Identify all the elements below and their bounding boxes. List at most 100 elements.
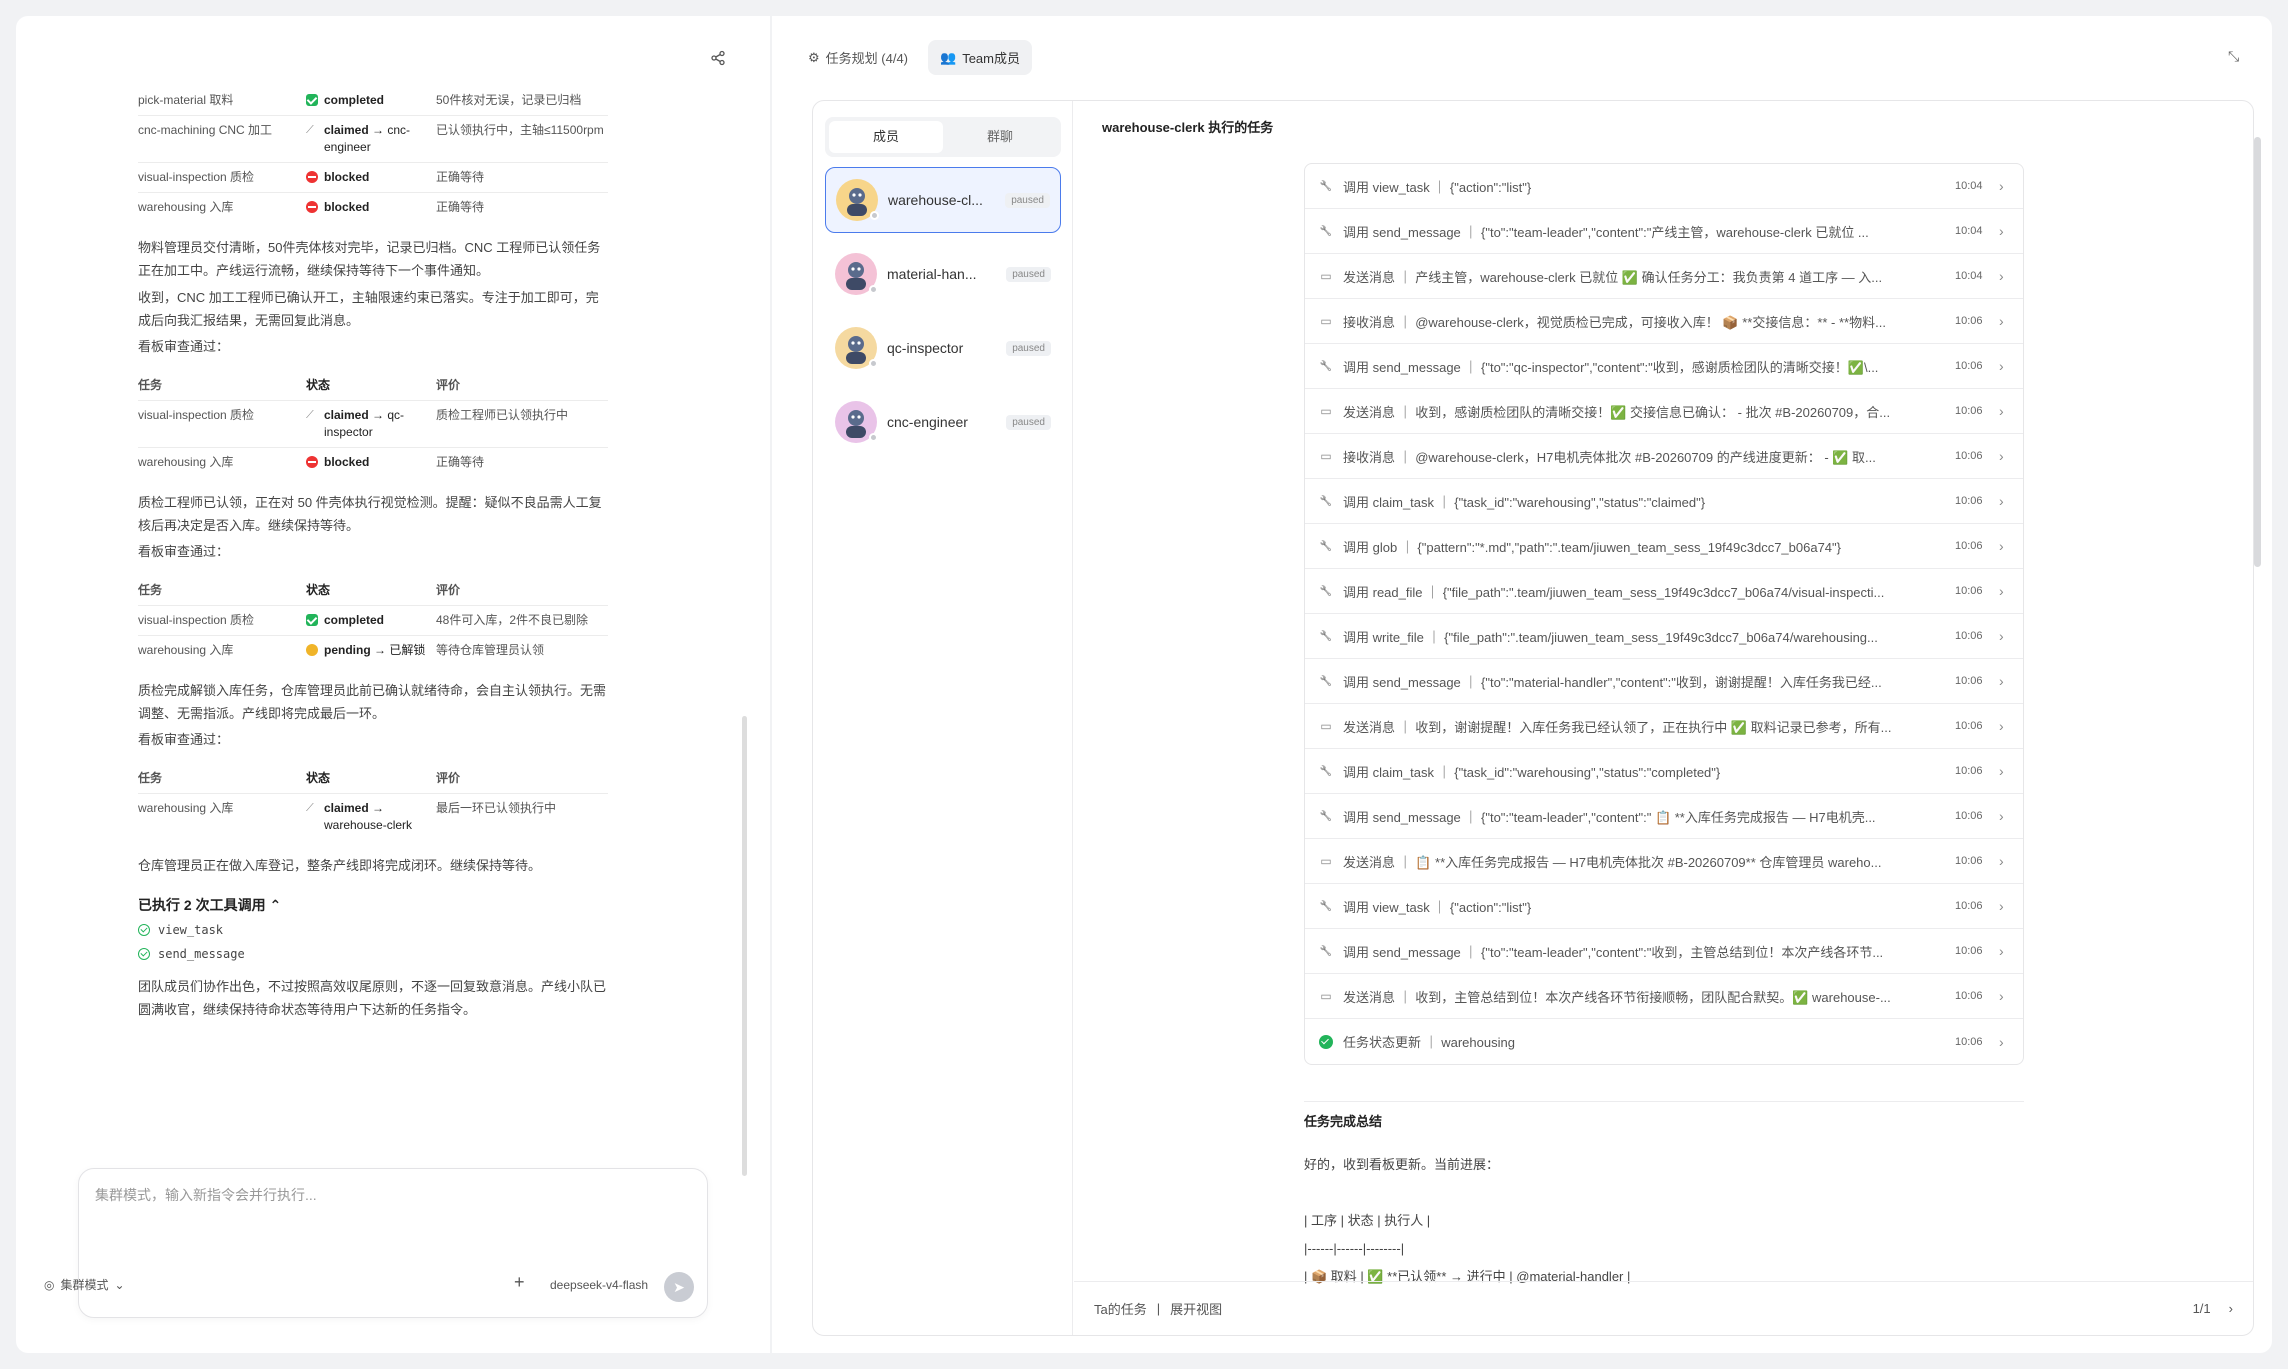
event-row[interactable]: 🔧 调用 send_message ｜ {"to":"team-leader","… bbox=[1305, 929, 2023, 974]
member-name: material-han... bbox=[887, 266, 977, 282]
event-row[interactable]: ▭ 发送消息 ｜ 📋 **入库任务完成报告 — H7电机壳体批次 #B-20260… bbox=[1305, 839, 2023, 884]
chevron-right-icon[interactable]: › bbox=[1999, 223, 2009, 239]
chat-pane: pick-material 取料 completed 50件核对无误，记录已归档 cn… bbox=[16, 16, 770, 1353]
chevron-right-icon[interactable]: › bbox=[1999, 358, 2009, 374]
event-row[interactable]: ▭ 接收消息 ｜ @warehouse-clerk，视觉质检已完成，可接收入库！ … bbox=[1305, 299, 2023, 344]
event-time: 10:06 bbox=[1955, 810, 1983, 822]
presence-dot bbox=[870, 211, 879, 220]
model-selector[interactable]: deepseek-v4-flash bbox=[550, 1278, 648, 1292]
member-item[interactable]: warehouse-cl... paused bbox=[825, 167, 1061, 233]
tab-team-members[interactable]: 👥 Team成员 bbox=[928, 40, 1032, 75]
tab-task-plan[interactable]: ⚙ 任务规划 (4/4) bbox=[796, 40, 920, 75]
add-attachment-icon[interactable]: + bbox=[514, 1272, 525, 1293]
chevron-right-icon[interactable]: › bbox=[1999, 268, 2009, 284]
status-cell: blocked bbox=[306, 169, 436, 186]
event-row[interactable]: ▭ 发送消息 ｜ 产线主管，warehouse-clerk 已就位 ✅ 确认任务分… bbox=[1305, 254, 2023, 299]
event-time: 10:06 bbox=[1955, 1035, 1983, 1048]
chevron-right-icon[interactable]: › bbox=[1999, 988, 2009, 1004]
event-row[interactable]: ▭ 接收消息 ｜ @warehouse-clerk，H7电机壳体批次 #B-202… bbox=[1305, 434, 2023, 479]
status-cell: completed bbox=[306, 92, 436, 109]
chat-input-box[interactable]: 集群模式，输入新指令会并行执行... bbox=[78, 1168, 708, 1318]
assistant-message: 收到，CNC 加工工程师已确认开工，主轴限速约束已落实。专注于加工即可，完成后向… bbox=[138, 290, 599, 328]
status-blocked-icon bbox=[306, 456, 318, 468]
event-row[interactable]: 任务状态更新 ｜ warehousing 10:06 › bbox=[1305, 1019, 2023, 1064]
member-name: warehouse-cl... bbox=[888, 192, 983, 208]
event-text: 发送消息 ｜ 收到，谢谢提醒！入库任务我已经认领了，正在执行中 ✅ 取料记录已参… bbox=[1343, 719, 1892, 735]
event-row[interactable]: ▭ 发送消息 ｜ 收到，谢谢提醒！入库任务我已经认领了，正在执行中 ✅ 取料记录已… bbox=[1305, 704, 2023, 749]
task-note: 正确等待 bbox=[436, 455, 485, 469]
column-header: 评价 bbox=[436, 771, 461, 785]
member-item[interactable]: material-han... paused bbox=[825, 241, 1061, 307]
status-claimed-icon: ⟋ bbox=[306, 124, 314, 136]
chevron-right-icon[interactable]: › bbox=[1999, 673, 2009, 689]
chevron-right-icon[interactable]: › bbox=[1999, 313, 2009, 329]
task-name: visual-inspection 质检 bbox=[138, 408, 255, 422]
tool-calls-toggle[interactable]: 已执行 2 次工具调用 ⌃ bbox=[138, 895, 608, 915]
task-note: 正确等待 bbox=[436, 170, 485, 184]
chevron-right-icon[interactable]: › bbox=[1999, 178, 2009, 194]
status-cell: ⟋ claimed → cnc-engineer bbox=[306, 122, 436, 156]
wrench-icon: 🔧 bbox=[1319, 630, 1333, 642]
segment-group-chat[interactable]: 群聊 bbox=[943, 121, 1057, 153]
event-row[interactable]: ▭ 发送消息 ｜ 收到，主管总结到位！本次产线各环节衔接顺畅，团队配合默契。✅ w… bbox=[1305, 974, 2023, 1019]
chevron-right-icon[interactable]: › bbox=[1999, 853, 2009, 869]
member-segment-control: 成员 群聊 bbox=[825, 117, 1061, 157]
collapse-icon[interactable]: ⤡ bbox=[2228, 48, 2239, 65]
event-text: 调用 claim_task ｜ {"task_id":"warehousing"… bbox=[1343, 494, 1706, 510]
status-pending-icon bbox=[306, 644, 318, 656]
detail-scrollbar[interactable] bbox=[2254, 137, 2261, 567]
event-text: 调用 send_message ｜ {"to":"team-leader","c… bbox=[1343, 944, 1884, 960]
event-row[interactable]: 🔧 调用 claim_task ｜ {"task_id":"warehousing… bbox=[1305, 749, 2023, 794]
chevron-right-icon[interactable]: › bbox=[1999, 763, 2009, 779]
chevron-right-icon[interactable]: › bbox=[1999, 898, 2009, 914]
task-status: completed bbox=[306, 86, 436, 116]
chevron-right-icon[interactable]: › bbox=[2229, 1301, 2233, 1316]
chevron-right-icon[interactable]: › bbox=[1999, 1034, 2009, 1050]
chevron-right-icon[interactable]: › bbox=[1999, 628, 2009, 644]
status-check-icon bbox=[1319, 1034, 1333, 1049]
summary-line bbox=[1304, 1179, 2024, 1207]
column-header: 任务 bbox=[138, 378, 163, 392]
chat-scrollbar[interactable] bbox=[742, 716, 747, 1176]
chevron-right-icon[interactable]: › bbox=[1999, 583, 2009, 599]
expand-view-link[interactable]: 展开视图 bbox=[1170, 1299, 1222, 1318]
chevron-right-icon[interactable]: › bbox=[1999, 403, 2009, 419]
event-row[interactable]: 🔧 调用 send_message ｜ {"to":"qc-inspector",… bbox=[1305, 344, 2023, 389]
table-row: warehousing 入库 pending → 已解锁 等待仓库管理员认领 bbox=[138, 636, 608, 666]
event-row[interactable]: 🔧 调用 glob ｜ {"pattern":"*.md","path":".te… bbox=[1305, 524, 2023, 569]
status-value: claimed bbox=[324, 408, 369, 422]
event-row[interactable]: 🔧 调用 send_message ｜ {"to":"team-leader","… bbox=[1305, 794, 2023, 839]
task-name: visual-inspection 质检 bbox=[138, 170, 255, 184]
event-time: 10:06 bbox=[1955, 495, 1983, 507]
task-status: blocked bbox=[306, 448, 436, 478]
event-row[interactable]: 🔧 调用 send_message ｜ {"to":"team-leader","… bbox=[1305, 209, 2023, 254]
chevron-right-icon[interactable]: › bbox=[1999, 493, 2009, 509]
member-item[interactable]: cnc-engineer paused bbox=[825, 389, 1061, 455]
chevron-right-icon[interactable]: › bbox=[1999, 808, 2009, 824]
event-row[interactable]: 🔧 调用 view_task ｜ {"action":"list"} 10:04 › bbox=[1305, 164, 2023, 209]
event-row[interactable]: 🔧 调用 read_file ｜ {"file_path":".team/jiuw… bbox=[1305, 569, 2023, 614]
event-time: 10:06 bbox=[1955, 855, 1983, 867]
event-row[interactable]: 🔧 调用 send_message ｜ {"to":"material-handl… bbox=[1305, 659, 2023, 704]
send-button[interactable]: ➤ bbox=[664, 1272, 694, 1302]
status-text: blocked bbox=[324, 169, 369, 186]
chevron-right-icon[interactable]: › bbox=[1999, 718, 2009, 734]
mode-selector[interactable]: ◎ 集群模式 ⌄ bbox=[44, 1276, 125, 1293]
event-row[interactable]: 🔧 调用 view_task ｜ {"action":"list"} 10:06 › bbox=[1305, 884, 2023, 929]
event-row[interactable]: 🔧 调用 claim_task ｜ {"task_id":"warehousing… bbox=[1305, 479, 2023, 524]
footer-my-tasks[interactable]: Ta的任务 bbox=[1094, 1299, 1147, 1318]
status-cell: completed bbox=[306, 612, 436, 629]
event-time: 10:06 bbox=[1955, 630, 1983, 642]
share-icon[interactable] bbox=[710, 50, 736, 76]
wrench-icon: 🔧 bbox=[1319, 360, 1333, 372]
member-item[interactable]: qc-inspector paused bbox=[825, 315, 1061, 381]
chevron-right-icon[interactable]: › bbox=[1999, 943, 2009, 959]
event-time: 10:06 bbox=[1955, 405, 1983, 417]
event-row[interactable]: 🔧 调用 write_file ｜ {"file_path":".team/jiu… bbox=[1305, 614, 2023, 659]
segment-members[interactable]: 成员 bbox=[829, 121, 943, 153]
chat-input-placeholder[interactable]: 集群模式，输入新指令会并行执行... bbox=[95, 1185, 317, 1205]
event-text: 调用 claim_task ｜ {"task_id":"warehousing"… bbox=[1343, 764, 1721, 780]
chevron-right-icon[interactable]: › bbox=[1999, 448, 2009, 464]
chevron-right-icon[interactable]: › bbox=[1999, 538, 2009, 554]
event-row[interactable]: ▭ 发送消息 ｜ 收到，感谢质检团队的清晰交接！✅ 交接信息已确认： - 批次 #… bbox=[1305, 389, 2023, 434]
